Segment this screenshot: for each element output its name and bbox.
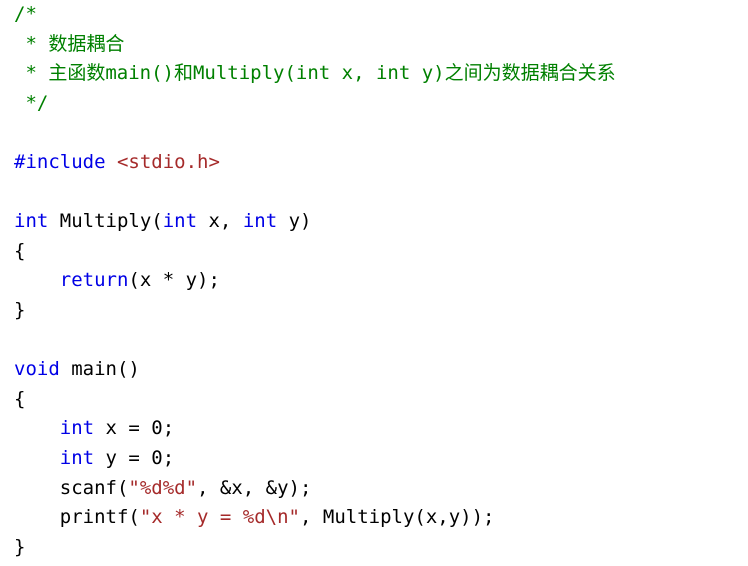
code-line: int y = 0; <box>14 444 748 474</box>
code-token-keyword: int <box>162 210 198 233</box>
code-token-comment: /* <box>14 3 37 25</box>
code-line: void main() <box>14 355 748 385</box>
code-token-plain: y = 0; <box>94 446 175 469</box>
code-line: { <box>14 385 748 415</box>
code-token-comment: * 数据耦合 <box>14 32 125 55</box>
code-line: * 数据耦合 <box>14 30 748 60</box>
code-token-comment: */ <box>14 91 49 114</box>
code-line: } <box>14 533 748 563</box>
code-token-string: <stdio.h> <box>116 150 220 173</box>
code-line: */ <box>14 89 748 119</box>
code-token-keyword: int <box>14 210 49 233</box>
code-token-plain: y) <box>277 210 312 233</box>
code-token-comment: * 主函数main()和Multiply(int x, int y)之间为数据耦… <box>14 62 616 85</box>
code-line: #include <stdio.h> <box>14 148 748 178</box>
code-line: /* <box>14 0 748 30</box>
code-line: int x = 0; <box>14 414 748 444</box>
code-token-keyword: int <box>59 446 95 469</box>
code-token-plain: Multiply( <box>48 210 163 233</box>
code-token-plain: main() <box>59 358 140 381</box>
code-token-plain: x = 0; <box>94 417 175 440</box>
code-listing[interactable]: /* * 数据耦合 * 主函数main()和Multiply(int x, in… <box>0 0 748 562</box>
code-token-plain: , &x, &y); <box>197 476 312 499</box>
code-token-keyword: int <box>242 210 278 233</box>
code-token-preproc: #include <box>14 150 106 173</box>
code-line: { <box>14 237 748 267</box>
code-token-plain: (x * y); <box>128 269 220 292</box>
code-token-plain: { <box>14 387 26 410</box>
code-token-plain: } <box>14 535 26 558</box>
code-token-plain: } <box>14 298 26 321</box>
code-line: * 主函数main()和Multiply(int x, int y)之间为数据耦… <box>14 59 748 89</box>
code-token-string: "%d%d" <box>128 476 198 499</box>
code-token-plain: , Multiply(x,y)); <box>300 506 495 529</box>
code-line: printf("x * y = %d\n", Multiply(x,y)); <box>14 503 748 533</box>
code-token-keyword: return <box>59 269 129 292</box>
code-line: int Multiply(int x, int y) <box>14 207 748 237</box>
code-line: } <box>14 296 748 326</box>
code-token-plain: { <box>14 239 26 262</box>
code-line: scanf("%d%d", &x, &y); <box>14 474 748 504</box>
code-line: return(x * y); <box>14 266 748 296</box>
code-token-plain: scanf( <box>14 476 129 499</box>
code-token-keyword: int <box>59 417 95 440</box>
code-token-plain: x, <box>197 210 243 233</box>
code-token-plain: printf( <box>14 506 140 529</box>
code-token-keyword: void <box>14 358 60 381</box>
code-token-string: "x * y = %d\n" <box>139 506 300 529</box>
